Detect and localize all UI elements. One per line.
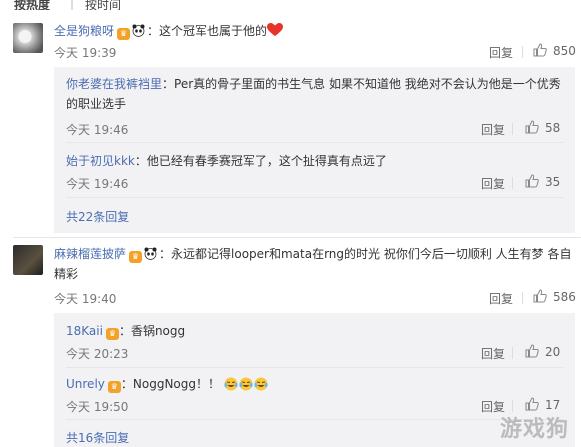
reply-button[interactable]: 回复 xyxy=(481,121,505,138)
vip-badge-icon: ♛ xyxy=(107,381,121,393)
reply-button[interactable]: 回复 xyxy=(489,44,513,61)
reply-time: 今天 20:23 xyxy=(66,347,129,361)
like-button[interactable]: 20 xyxy=(525,344,560,359)
reply-text: ：Per真的骨子里面的书生气息 如果不知道他 我绝对不会认为他是一个优秀 xyxy=(162,77,561,91)
reply-username[interactable]: Unrely xyxy=(66,377,105,391)
divider xyxy=(66,142,564,143)
avatar[interactable] xyxy=(13,245,43,275)
like-button[interactable]: 586 xyxy=(533,289,576,304)
more-replies-link[interactable]: 共16条回复 xyxy=(66,429,129,446)
reply-text: ：他已经有春季赛冠军了，这个扯得真有点远了 xyxy=(134,154,387,168)
divider xyxy=(522,292,523,304)
laugh-cry-emoji-icon xyxy=(254,377,268,391)
thumbs-up-icon xyxy=(533,43,547,57)
like-button[interactable]: 850 xyxy=(533,43,576,58)
more-replies-link[interactable]: 共22条回复 xyxy=(66,208,129,225)
like-count: 35 xyxy=(545,175,561,189)
reply-button[interactable]: 回复 xyxy=(489,290,513,307)
reply-text-continued: 的职业选手 xyxy=(66,97,127,111)
comment-body: 全是狗粮呀 ♛ ：这个冠军也属于他的 xyxy=(54,22,284,40)
like-count: 20 xyxy=(545,345,561,359)
comment-time: 今天 19:39 xyxy=(54,46,117,60)
panda-icon xyxy=(144,247,157,260)
thumbs-up-icon xyxy=(533,289,547,303)
reply-time: 今天 19:50 xyxy=(66,400,129,414)
reply-item: Unrely ♛ ：NoggNogg！！ xyxy=(66,375,269,393)
vip-badge-icon: ♛ xyxy=(117,28,131,40)
comment-text-continued: 精彩 xyxy=(54,267,79,281)
sort-by-time-tab[interactable]: 按时间 xyxy=(85,0,121,10)
sort-by-hot-tab[interactable]: 按热度 xyxy=(14,0,50,10)
divider xyxy=(66,197,564,198)
thumbs-up-icon xyxy=(525,174,539,188)
comment-text: ：这个冠军也属于他的 xyxy=(147,24,268,38)
vip-badge-icon: ♛ xyxy=(129,251,143,263)
divider xyxy=(66,367,564,368)
divider xyxy=(512,347,513,359)
reply-username[interactable]: 始于初见kkk xyxy=(66,154,135,168)
panda-icon xyxy=(132,24,145,37)
reply-button[interactable]: 回复 xyxy=(481,175,505,192)
like-button[interactable]: 58 xyxy=(525,120,560,135)
reply-item: 18Kaii ♛ ：香锅nogg xyxy=(66,322,185,340)
thumbs-up-icon xyxy=(525,344,539,358)
reply-username[interactable]: 18Kaii xyxy=(66,324,103,338)
comment-body: 麻辣榴莲披萨 ♛ ：永远都记得looper和mata在rng的时光 祝你们今后一切顺… xyxy=(54,244,574,284)
divider xyxy=(66,419,564,420)
divider xyxy=(512,177,513,189)
like-button[interactable]: 35 xyxy=(525,174,560,189)
like-count: 850 xyxy=(553,44,576,58)
like-count: 58 xyxy=(545,121,561,135)
watermark: 游戏狗 xyxy=(499,417,569,442)
comment-text: ：永远都记得looper和mata在rng的时光 祝你们今后一切顺利 人生有梦 … xyxy=(159,247,572,261)
comment-time: 今天 19:40 xyxy=(54,292,117,306)
sort-bar: 按热度 | 按时间 xyxy=(0,0,581,10)
like-button[interactable]: 17 xyxy=(525,397,560,412)
reply-time: 今天 19:46 xyxy=(66,123,129,137)
reply-text: ：NoggNogg！！ xyxy=(120,377,220,391)
divider xyxy=(512,123,513,135)
thumbs-up-icon xyxy=(525,120,539,134)
reply-button[interactable]: 回复 xyxy=(481,345,505,362)
like-count: 17 xyxy=(545,398,561,412)
comment-username[interactable]: 麻辣榴莲披萨 xyxy=(54,247,126,261)
reply-text: ：香锅nogg xyxy=(118,324,186,338)
laugh-cry-emoji-icon xyxy=(239,377,253,391)
divider xyxy=(13,237,581,238)
reply-time: 今天 19:46 xyxy=(66,177,129,191)
laugh-cry-emoji-icon xyxy=(224,377,238,391)
like-count: 586 xyxy=(553,290,576,304)
reply-username[interactable]: 你老婆在我裤裆里 xyxy=(66,77,162,91)
thumbs-up-icon xyxy=(525,397,539,411)
reply-item: 你老婆在我裤裆里：Per真的骨子里面的书生气息 如果不知道他 我绝对不会认为他是… xyxy=(66,74,566,114)
reply-item: 始于初见kkk：他已经有春季赛冠军了，这个扯得真有点远了 xyxy=(66,152,387,169)
vip-badge-icon: ♛ xyxy=(105,328,119,340)
comment-username[interactable]: 全是狗粮呀 xyxy=(54,24,114,38)
avatar[interactable] xyxy=(13,23,43,53)
divider xyxy=(522,46,523,58)
sort-separator: | xyxy=(70,0,75,10)
heart-icon xyxy=(267,23,284,36)
